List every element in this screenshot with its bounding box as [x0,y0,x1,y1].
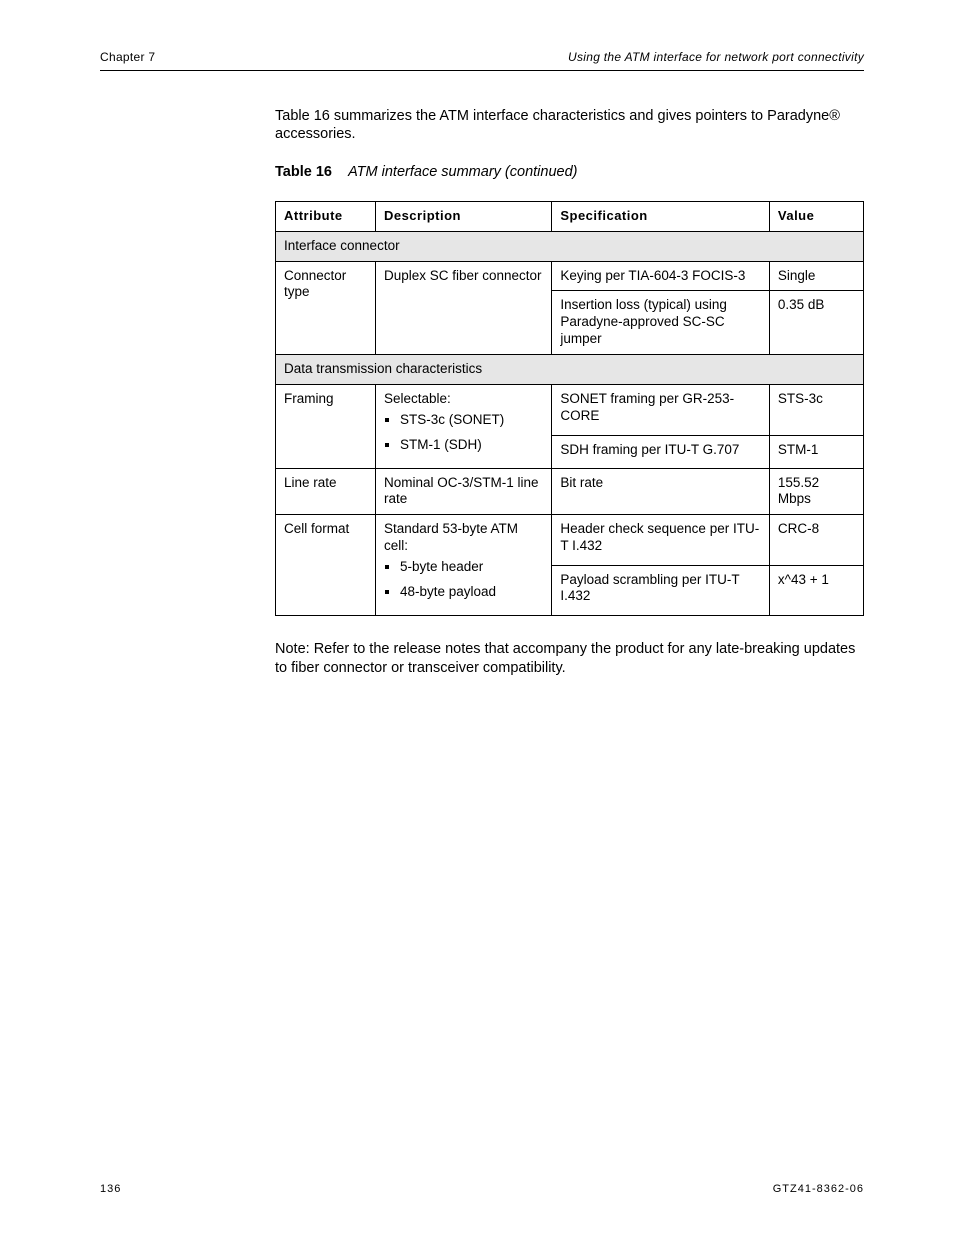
cell-attribute: Line rate [276,468,376,515]
note-label: Note: [275,640,310,660]
table-number: Table 16 [275,164,332,180]
atm-interface-table: Attribute Description Specification Valu… [275,201,864,615]
cell-value: 155.52 Mbps [769,468,863,515]
body-column: Table 16 summarizes the ATM interface ch… [275,107,864,679]
desc-prefix: Selectable: [384,391,451,406]
cell-value: 0.35 dB [769,291,863,355]
cell-value: STS-3c [769,384,863,435]
cell-description: Selectable: STS-3c (SONET) STM-1 (SDH) [375,384,551,468]
cell-spec: Header check sequence per ITU-T I.432 [552,515,770,565]
cell-attribute: Cell format [276,515,376,616]
list-item: STM-1 (SDH) [400,437,543,454]
cell-attribute: Connector type [276,261,376,355]
cell-attribute: Framing [276,384,376,468]
cell-description: Duplex SC fiber connector [375,261,551,355]
table-row: Connector type Duplex SC fiber connector… [276,261,864,291]
table-header-row: Attribute Description Specification Valu… [276,202,864,231]
desc-prefix: Standard 53-byte ATM cell: [384,521,518,553]
header-topic: Using the ATM interface for network port… [568,50,864,64]
cell-spec: SDH framing per ITU-T G.707 [552,435,770,468]
th-specification: Specification [552,202,770,231]
note-text: Refer to the release notes that accompan… [275,641,855,677]
desc-bullet-list: 5-byte header 48-byte payload [384,559,543,601]
page-header: Chapter 7 Using the ATM interface for ne… [100,50,864,64]
cell-description: Standard 53-byte ATM cell: 5-byte header… [375,515,551,616]
section-label: Interface connector [276,231,864,261]
cell-value: Single [769,261,863,291]
note-block: Note: Refer to the release notes that ac… [275,640,864,679]
cell-spec: Bit rate [552,468,770,515]
cell-value: CRC-8 [769,515,863,565]
table-section-transmission: Data transmission characteristics [276,355,864,385]
cell-description: Nominal OC-3/STM-1 line rate [375,468,551,515]
intro-paragraph: Table 16 summarizes the ATM interface ch… [275,107,864,143]
section-label: Data transmission characteristics [276,355,864,385]
header-rule [100,70,864,71]
th-value: Value [769,202,863,231]
desc-bullet-list: STS-3c (SONET) STM-1 (SDH) [384,412,543,454]
cell-value: STM-1 [769,435,863,468]
doc-number: GTZ41-8362-06 [773,1183,864,1195]
header-chapter: Chapter 7 [100,50,155,64]
cell-value: x^43 + 1 [769,565,863,615]
page-footer: 136 GTZ41-8362-06 [100,1183,864,1195]
table-row: Cell format Standard 53-byte ATM cell: 5… [276,515,864,565]
th-attribute: Attribute [276,202,376,231]
table-row: Line rate Nominal OC-3/STM-1 line rate B… [276,468,864,515]
table-caption: Table 16 ATM interface summary (continue… [275,163,864,181]
table-section-connector: Interface connector [276,231,864,261]
cell-spec: Insertion loss (typical) using Paradyne-… [552,291,770,355]
list-item: 48-byte payload [400,584,543,601]
cell-spec: Keying per TIA-604-3 FOCIS-3 [552,261,770,291]
list-item: 5-byte header [400,559,543,576]
cell-spec: SONET framing per GR-253-CORE [552,384,770,435]
table-title: ATM interface summary (continued) [348,164,577,180]
th-description: Description [375,202,551,231]
table-row: Framing Selectable: STS-3c (SONET) STM-1… [276,384,864,435]
page-number: 136 [100,1183,121,1195]
cell-spec: Payload scrambling per ITU-T I.432 [552,565,770,615]
list-item: STS-3c (SONET) [400,412,543,429]
